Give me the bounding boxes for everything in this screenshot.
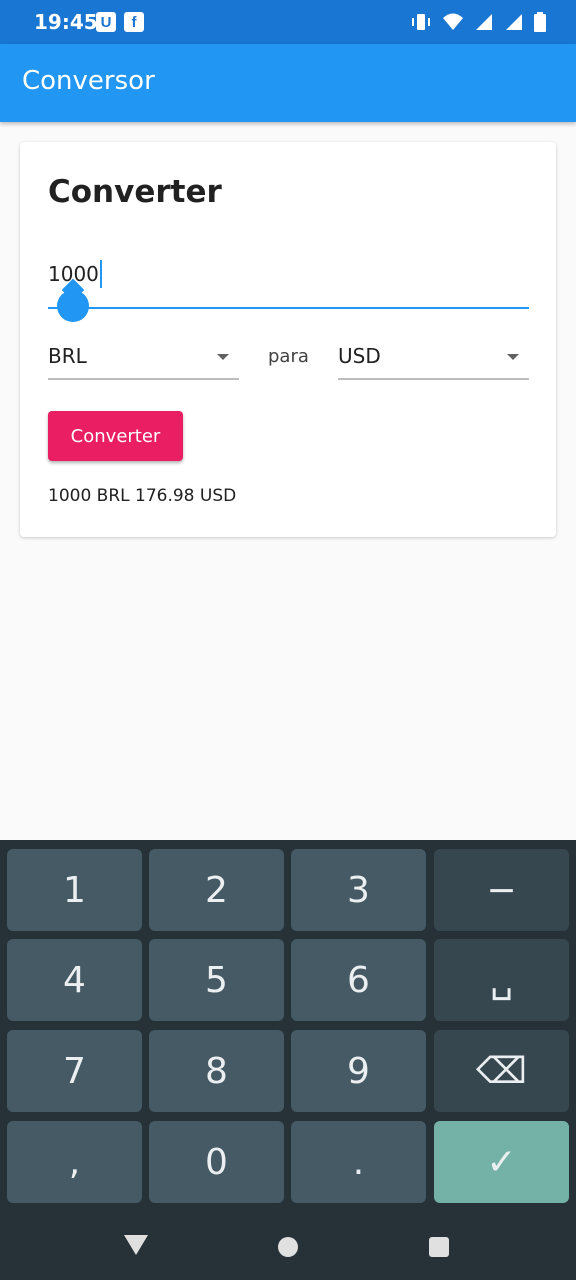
- signal-icon: [506, 14, 522, 30]
- status-bar: 19:45 U f: [0, 0, 576, 44]
- card-title: Converter: [48, 174, 222, 210]
- back-icon[interactable]: [124, 1235, 148, 1255]
- status-left-icons: U f: [96, 12, 144, 32]
- convert-button[interactable]: Converter: [48, 411, 183, 461]
- numeric-keyboard: 1 2 3 − 4 5 6 ␣ 7 8 9 ⌫ , 0 . ✓: [0, 840, 576, 1213]
- key-5[interactable]: 5: [149, 939, 284, 1021]
- amount-underline: [48, 307, 529, 309]
- facebook-icon: f: [124, 12, 144, 32]
- key-9[interactable]: 9: [291, 1030, 426, 1112]
- vibrate-icon: [412, 14, 430, 30]
- status-right-icons: [410, 12, 546, 32]
- dropdown-arrow-icon: [507, 354, 519, 360]
- key-3[interactable]: 3: [291, 849, 426, 931]
- home-icon[interactable]: [278, 1237, 298, 1257]
- amount-input[interactable]: 1000: [48, 260, 529, 309]
- key-7[interactable]: 7: [7, 1030, 142, 1112]
- text-caret: [99, 260, 102, 288]
- key-space[interactable]: ␣: [434, 939, 569, 1021]
- key-6[interactable]: 6: [291, 939, 426, 1021]
- key-period[interactable]: .: [291, 1121, 426, 1203]
- converter-card: Converter 1000 BRL para USD Converter 10…: [20, 142, 556, 537]
- key-minus[interactable]: −: [434, 849, 569, 931]
- wifi-icon: [443, 13, 463, 30]
- to-currency-value: USD: [338, 344, 381, 368]
- key-4[interactable]: 4: [7, 939, 142, 1021]
- signal-icon: [476, 14, 492, 30]
- key-1[interactable]: 1: [7, 849, 142, 931]
- recents-icon[interactable]: [429, 1237, 449, 1257]
- para-label: para: [268, 346, 309, 367]
- app-bar: Conversor: [0, 44, 576, 122]
- key-8[interactable]: 8: [149, 1030, 284, 1112]
- key-2[interactable]: 2: [149, 849, 284, 931]
- key-0[interactable]: 0: [149, 1121, 284, 1203]
- status-time: 19:45: [34, 10, 98, 34]
- from-currency-dropdown[interactable]: BRL: [48, 338, 239, 380]
- dropdown-arrow-icon: [217, 354, 229, 360]
- text-selection-handle[interactable]: [57, 290, 89, 322]
- to-currency-dropdown[interactable]: USD: [338, 338, 529, 380]
- battery-icon: [534, 12, 546, 32]
- system-nav-bar: [0, 1213, 576, 1280]
- from-currency-value: BRL: [48, 344, 87, 368]
- key-done[interactable]: ✓: [434, 1121, 569, 1203]
- app-title: Conversor: [22, 66, 155, 96]
- key-comma[interactable]: ,: [7, 1121, 142, 1203]
- key-backspace[interactable]: ⌫: [434, 1030, 569, 1112]
- conversion-result: 1000 BRL 176.98 USD: [48, 486, 237, 506]
- u-app-icon: U: [96, 12, 116, 32]
